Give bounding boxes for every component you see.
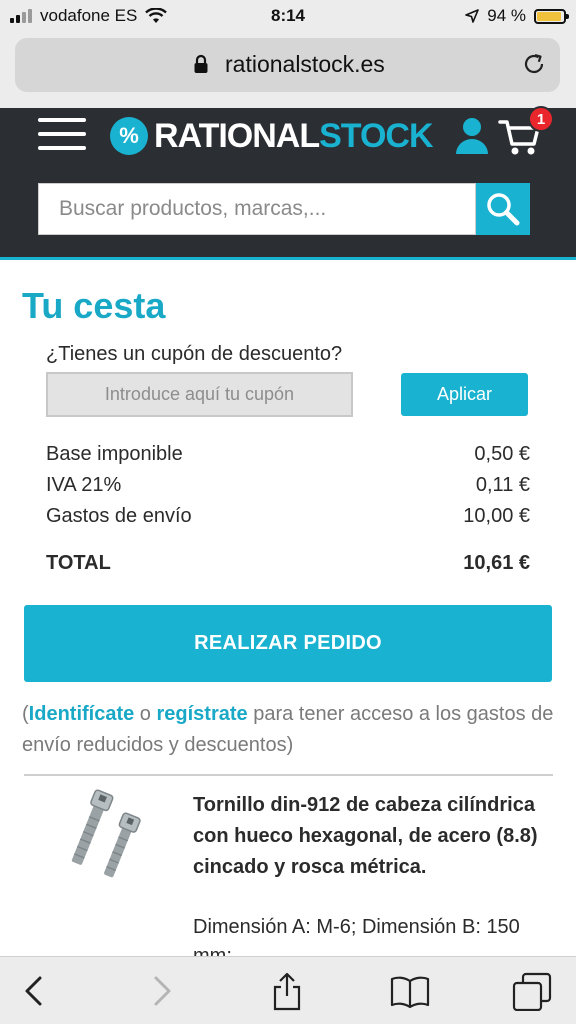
divider xyxy=(24,774,553,776)
product-dimensions: Dimensión A: M-6; Dimensión B: 150 mm; xyxy=(193,916,520,956)
location-arrow-icon xyxy=(465,9,480,23)
summary-label: IVA 21% xyxy=(46,474,122,496)
menu-icon[interactable] xyxy=(38,118,86,156)
apply-coupon-button[interactable]: Aplicar xyxy=(401,373,528,416)
login-link[interactable]: Identifícate xyxy=(29,703,135,725)
tabs-icon[interactable] xyxy=(512,971,552,1011)
product-image[interactable] xyxy=(44,788,154,888)
login-note: (Identifícate o regístrate para tener ac… xyxy=(22,699,562,761)
register-link[interactable]: regístrate xyxy=(157,703,248,725)
status-right: 94 % xyxy=(465,6,569,26)
user-account-icon[interactable] xyxy=(454,116,490,156)
search-placeholder: Buscar productos, marcas,... xyxy=(59,197,327,220)
battery-icon xyxy=(534,8,569,24)
summary-row-iva: IVA 21% 0,11 € xyxy=(46,474,530,497)
status-bar: vodafone ES 8:14 94 % xyxy=(0,0,576,32)
note-open-paren: ( xyxy=(22,703,29,725)
cart-count-badge: 1 xyxy=(528,106,554,132)
screen: vodafone ES 8:14 94 % rationalstock.es %… xyxy=(0,0,576,1024)
battery-fill xyxy=(537,11,562,21)
summary-row-total: TOTAL 10,61 € xyxy=(46,552,530,575)
url-text: rationalstock.es xyxy=(225,51,385,77)
summary-value: 0,11 € xyxy=(475,474,530,496)
summary-row-shipping: Gastos de envío 10,00 € xyxy=(46,505,530,528)
logo-word-stock: STOCK xyxy=(319,116,433,155)
bookmarks-icon[interactable] xyxy=(390,971,430,1011)
total-label: TOTAL xyxy=(46,552,111,574)
note-or: o xyxy=(134,703,157,725)
summary-value: 0,50 € xyxy=(474,443,530,465)
page-title: Tu cesta xyxy=(22,285,166,326)
lock-icon xyxy=(194,54,208,73)
cart-page: Tu cesta ¿Tienes un cupón de descuento? … xyxy=(0,263,576,956)
product-name[interactable]: Tornillo din-912 de cabeza cilíndrica co… xyxy=(193,790,553,883)
logo-word-rational: RATIONAL xyxy=(154,116,320,155)
battery-percent: 94 % xyxy=(487,6,526,25)
search-button[interactable] xyxy=(476,183,530,235)
summary-label: Base imponible xyxy=(46,443,183,465)
search-input[interactable]: Buscar productos, marcas,... xyxy=(38,183,476,235)
site-header: % RATIONALSTOCK 1 Buscar productos, marc… xyxy=(0,106,576,260)
search-icon xyxy=(487,193,520,226)
browser-url-area: rationalstock.es xyxy=(0,32,576,108)
logo-wordmark: RATIONALSTOCK xyxy=(154,116,434,156)
address-bar[interactable]: rationalstock.es xyxy=(15,38,560,92)
logo-percent-badge: % xyxy=(110,117,148,155)
coupon-input[interactable]: Introduce aquí tu cupón xyxy=(46,372,353,417)
summary-label: Gastos de envío xyxy=(46,505,192,527)
place-order-button[interactable]: REALIZAR PEDIDO xyxy=(24,605,552,682)
forward-icon[interactable] xyxy=(142,971,182,1011)
browser-toolbar xyxy=(0,956,576,1024)
summary-value: 10,00 € xyxy=(463,505,530,527)
share-icon[interactable] xyxy=(267,971,307,1011)
site-logo[interactable]: % RATIONALSTOCK xyxy=(110,112,434,160)
coupon-placeholder: Introduce aquí tu cupón xyxy=(104,384,295,404)
coupon-label: ¿Tienes un cupón de descuento? xyxy=(46,343,343,365)
summary-row-base: Base imponible 0,50 € xyxy=(46,443,530,466)
total-value: 10,61 € xyxy=(463,552,530,574)
back-icon[interactable] xyxy=(14,971,54,1011)
reload-icon[interactable] xyxy=(522,52,546,76)
